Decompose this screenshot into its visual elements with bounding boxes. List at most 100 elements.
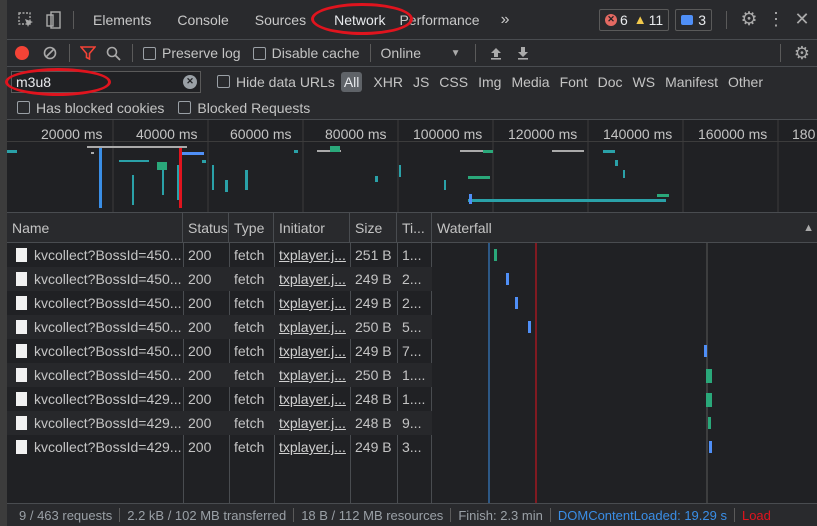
initiator-text[interactable]: txplayer.j... (279, 295, 346, 311)
filter-type-js[interactable]: JS (408, 74, 434, 90)
time-text: 5... (402, 319, 422, 335)
throttling-value: Online (380, 45, 421, 61)
more-tabs-button[interactable]: » (493, 0, 518, 40)
requests-count: 9 / 463 requests (19, 507, 113, 523)
cell-type: fetch (229, 411, 274, 435)
table-row[interactable]: kvcollect?BossId=429... 200 fetch txplayer.… (7, 435, 432, 459)
cell-initiator[interactable]: txplayer.j... (274, 291, 350, 315)
table-row[interactable]: kvcollect?BossId=450... 200 fetch txplayer.… (7, 243, 432, 267)
blocked-requests-checkbox[interactable]: Blocked Requests (178, 100, 310, 116)
filter-type-img[interactable]: Img (473, 74, 506, 90)
filter-icon[interactable] (76, 40, 100, 66)
close-icon[interactable]: ✕ (787, 0, 817, 40)
initiator-text[interactable]: txplayer.j... (279, 343, 346, 359)
cell-initiator[interactable]: txplayer.j... (274, 243, 350, 267)
table-row[interactable]: kvcollect?BossId=429... 200 fetch txplayer.… (7, 411, 432, 435)
filter-type-xhr[interactable]: XHR (368, 74, 408, 90)
issues-counter[interactable]: ✕ 6 ▲ 11 (598, 8, 670, 31)
cell-initiator[interactable]: txplayer.j... (274, 387, 350, 411)
initiator-text[interactable]: txplayer.j... (279, 319, 346, 335)
filter-type-font[interactable]: Font (555, 74, 593, 90)
checkbox-box[interactable] (217, 75, 230, 88)
cell-initiator[interactable]: txplayer.j... (274, 363, 350, 387)
preserve-log-checkbox[interactable]: Preserve log (143, 45, 241, 61)
cell-name: kvcollect?BossId=450... (7, 315, 183, 339)
kebab-menu-icon[interactable]: ⋮ (765, 0, 787, 40)
messages-counter[interactable]: 3 (675, 8, 712, 31)
cell-type: fetch (229, 243, 274, 267)
initiator-text[interactable]: txplayer.j... (279, 247, 346, 263)
tab-sources[interactable]: Sources (242, 0, 310, 40)
filter-bar: m3u8 ✕ Hide data URLs All XHR JS CSS Img… (7, 67, 817, 96)
table-row[interactable]: kvcollect?BossId=450... 200 fetch txplayer.… (7, 363, 432, 387)
error-count: 6 (619, 11, 628, 28)
size-text: 250 B (355, 367, 392, 383)
filter-type-media[interactable]: Media (506, 74, 554, 90)
network-overview[interactable]: 20000 ms 40000 ms 60000 ms 80000 ms 1000… (7, 120, 817, 213)
col-header-name[interactable]: Name (7, 213, 183, 243)
cell-time: 7... (397, 339, 432, 363)
size-text: 249 B (355, 271, 392, 287)
has-blocked-cookies-checkbox[interactable]: Has blocked cookies (17, 100, 164, 116)
cell-initiator[interactable]: txplayer.j... (274, 435, 350, 459)
record-icon[interactable] (7, 40, 37, 66)
initiator-text[interactable]: txplayer.j... (279, 439, 346, 455)
filter-type-other[interactable]: Other (723, 74, 768, 90)
inspect-element-icon[interactable] (11, 0, 41, 40)
import-har-icon[interactable] (482, 40, 510, 66)
table-row[interactable]: kvcollect?BossId=450... 200 fetch txplayer.… (7, 315, 432, 339)
clear-icon[interactable] (37, 40, 63, 66)
filter-type-doc[interactable]: Doc (593, 74, 628, 90)
col-header-size[interactable]: Size (350, 213, 397, 243)
cell-type: fetch (229, 315, 274, 339)
tab-elements[interactable]: Elements (80, 0, 164, 40)
cell-status: 200 (183, 339, 229, 363)
filter-type-manifest[interactable]: Manifest (660, 74, 723, 90)
table-row[interactable]: kvcollect?BossId=450... 200 fetch txplayer.… (7, 291, 432, 315)
search-icon[interactable] (100, 40, 126, 66)
col-header-type[interactable]: Type (229, 213, 274, 243)
cell-initiator[interactable]: txplayer.j... (274, 315, 350, 339)
initiator-text[interactable]: txplayer.j... (279, 415, 346, 431)
col-header-time[interactable]: Ti... (397, 213, 432, 243)
filter-type-all[interactable]: All (340, 71, 363, 92)
checkbox-box[interactable] (252, 46, 266, 60)
tab-console[interactable]: Console (164, 0, 241, 40)
table-row[interactable]: kvcollect?BossId=429... 200 fetch txplayer.… (7, 387, 432, 411)
tab-performance[interactable]: Performance (399, 0, 492, 40)
gear-icon[interactable]: ⚙ (733, 0, 765, 40)
initiator-text[interactable]: txplayer.j... (279, 367, 346, 383)
filter-type-ws[interactable]: WS (628, 74, 661, 90)
file-icon (16, 296, 27, 310)
throttling-select[interactable]: Online ▼ (377, 45, 461, 61)
type-text: fetch (234, 319, 265, 335)
col-header-waterfall[interactable]: Waterfall ▲ (432, 213, 817, 243)
cell-status: 200 (183, 291, 229, 315)
device-toolbar-icon[interactable] (41, 0, 67, 40)
checkbox-box[interactable] (178, 101, 192, 114)
col-header-initiator[interactable]: Initiator (274, 213, 350, 243)
initiator-text[interactable]: txplayer.j... (279, 391, 346, 407)
cell-initiator[interactable]: txplayer.j... (274, 267, 350, 291)
filter-type-css[interactable]: CSS (434, 74, 473, 90)
network-toolbar: Preserve log Disable cache Online ▼ ⚙ (7, 40, 817, 67)
hide-data-urls-checkbox[interactable]: Hide data URLs (217, 74, 335, 90)
table-row[interactable]: kvcollect?BossId=450... 200 fetch txplayer.… (7, 339, 432, 363)
clear-filter-icon[interactable]: ✕ (183, 74, 197, 89)
checkbox-box[interactable] (143, 46, 156, 60)
size-text: 250 B (355, 319, 392, 335)
size-text: 249 B (355, 439, 392, 455)
cell-initiator[interactable]: txplayer.j... (274, 411, 350, 435)
devtools-window: Elements Console Sources Network Perform… (0, 0, 817, 526)
disable-cache-checkbox[interactable]: Disable cache (252, 45, 360, 61)
cell-initiator[interactable]: txplayer.j... (274, 339, 350, 363)
network-settings-icon[interactable]: ⚙ (787, 40, 817, 66)
table-row[interactable]: kvcollect?BossId=450... 200 fetch txplayer.… (7, 267, 432, 291)
col-header-status[interactable]: Status (183, 213, 229, 243)
preserve-log-label: Preserve log (162, 45, 241, 61)
checkbox-box[interactable] (17, 101, 30, 114)
export-har-icon[interactable] (510, 40, 536, 66)
cell-status: 200 (183, 267, 229, 291)
name-text: kvcollect?BossId=429... (34, 415, 182, 431)
initiator-text[interactable]: txplayer.j... (279, 271, 346, 287)
